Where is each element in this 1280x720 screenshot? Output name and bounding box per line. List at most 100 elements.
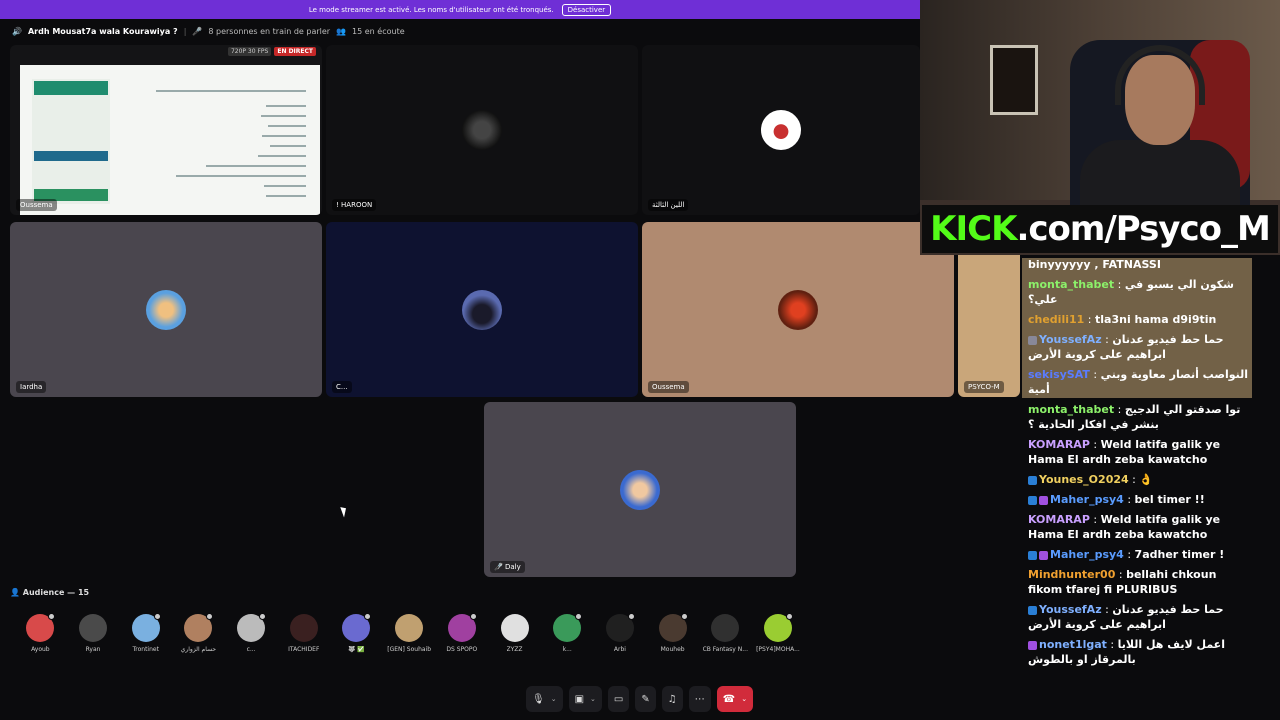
- participant-tile-c[interactable]: C...: [326, 222, 638, 397]
- avatar: [605, 613, 635, 642]
- audience-member[interactable]: حسام الزواري: [172, 613, 225, 653]
- participant-tile-iardha[interactable]: Iardha: [10, 222, 322, 397]
- tile-name: ! HAROON: [332, 199, 377, 211]
- audience-header: 👤 Audience — 15: [10, 588, 90, 597]
- tile-name: اللين الثالثة: [648, 199, 689, 211]
- activity-button[interactable]: ✎: [635, 686, 656, 712]
- chevron-down-icon[interactable]: ⌄: [551, 695, 557, 703]
- tile-name: 🎤̸ Daly: [490, 561, 525, 573]
- status-dot-icon: [785, 613, 793, 620]
- shared-sidebar: [32, 79, 110, 204]
- avatar: [620, 469, 660, 510]
- chat-username[interactable]: YoussefAz: [1039, 603, 1102, 616]
- avatar: [184, 613, 214, 642]
- chevron-down-icon[interactable]: ⌄: [590, 695, 596, 703]
- mic-status-icon: 🎤: [192, 26, 203, 36]
- camera-off-icon: ▣: [574, 693, 585, 705]
- audience-list: Ayoub Ryan Trontinet حسام الزواري c... ITACHI…: [14, 613, 805, 653]
- participant-tile-oussema[interactable]: Oussema: [642, 222, 954, 397]
- avatar: [761, 110, 801, 150]
- shared-screen: [20, 65, 320, 215]
- chat-message: chedili11 : tla3ni hama d9i9tin: [1028, 313, 1217, 326]
- audience-member[interactable]: ITACHIDEF: [277, 614, 330, 653]
- audience-member[interactable]: CB Fantasy N...: [699, 614, 752, 653]
- avatar: [146, 289, 186, 330]
- tile-name: C...: [332, 381, 352, 393]
- camera-button[interactable]: ▣ ⌄: [568, 686, 602, 712]
- chat-username[interactable]: monta_thabet: [1028, 278, 1114, 291]
- participant-tile-daly[interactable]: 🎤̸ Daly: [484, 402, 796, 577]
- audience-member[interactable]: 🐺 ✅: [330, 613, 383, 653]
- kick-url: .com/Psyco_M: [1016, 209, 1270, 249]
- audience-member[interactable]: Ryan: [67, 614, 120, 653]
- audience-member[interactable]: Ayoub: [14, 613, 67, 653]
- avatar: [763, 613, 793, 642]
- chat-text: 7adher timer !: [1134, 548, 1225, 561]
- status-dot-icon: [680, 613, 688, 620]
- chat-badge-icon: [1028, 335, 1037, 345]
- avatar: [79, 614, 108, 642]
- mic-button[interactable]: 🎙 ⌄: [526, 686, 563, 712]
- avatar: [500, 614, 529, 642]
- audience-name: Trontinet: [132, 646, 159, 653]
- effects-icon: ♫: [667, 693, 677, 705]
- audience-member[interactable]: Mouheb: [646, 613, 699, 653]
- audience-member[interactable]: c...: [225, 613, 278, 653]
- chat-username[interactable]: Maher_psy4: [1050, 548, 1124, 561]
- chat-badge-icon: [1028, 495, 1037, 505]
- audience-member[interactable]: DS SPOPO: [436, 613, 489, 653]
- participant-tile-haroon[interactable]: ! HAROON: [326, 45, 638, 215]
- chat-message: monta_thabet : توا صدقتو الي الدجيج بنشر…: [1028, 403, 1241, 431]
- chat-badge-icon: [1028, 475, 1037, 485]
- audience-member[interactable]: k...: [541, 613, 594, 653]
- tile-name: Oussema: [16, 199, 57, 211]
- audience-member[interactable]: [GEN] Souhaib: [383, 614, 436, 653]
- status-dot-icon: [259, 613, 267, 620]
- audience-member[interactable]: Arbi: [594, 613, 647, 653]
- resolution-badge: 720P 30 FPS: [227, 47, 272, 56]
- screen-share-button[interactable]: ▭: [607, 686, 630, 712]
- kick-brand: KICK: [930, 209, 1017, 249]
- chat-message: KOMARAP : Weld latifa galik ye Hama El a…: [1028, 438, 1221, 466]
- chat-username[interactable]: Younes_O2024: [1039, 473, 1129, 486]
- audience-name: ZYZZ: [506, 646, 523, 653]
- effects-button[interactable]: ♫: [661, 686, 683, 712]
- avatar: [289, 614, 318, 642]
- chat-text: bel timer !!: [1134, 493, 1205, 506]
- disable-streamer-button[interactable]: Désactiver: [561, 3, 612, 16]
- avatar: [462, 110, 502, 150]
- audience-name: حسام الزواري: [180, 646, 217, 653]
- stream-badges: 720P 30 FPS EN DIRECT: [227, 47, 316, 56]
- chat-text: binyyyyyy , FATNASSI: [1028, 258, 1161, 271]
- chat-username[interactable]: Mindhunter00: [1028, 568, 1115, 581]
- chat-username[interactable]: sekisySAT: [1028, 368, 1090, 381]
- chat-badge-icon: [1028, 605, 1037, 615]
- status-dot-icon: [364, 613, 372, 620]
- listener-icon: 👥: [336, 26, 347, 36]
- avatar: [447, 613, 477, 642]
- audience-name: Ryan: [85, 646, 101, 653]
- chat-username[interactable]: Maher_psy4: [1050, 493, 1124, 506]
- screen-share-tile[interactable]: 720P 30 FPS EN DIRECT Oussema: [10, 45, 322, 215]
- audience-name: 🐺 ✅: [348, 646, 365, 653]
- screen-share-icon: ▭: [613, 693, 624, 705]
- speaking-count: 8 personnes en train de parler: [208, 26, 331, 36]
- chat-username[interactable]: YoussefAz: [1039, 333, 1102, 346]
- participant-tile-arabic[interactable]: اللين الثالثة: [642, 45, 920, 215]
- app-root: Le mode streamer est activé. Les noms d'…: [0, 0, 1280, 720]
- chat-message: Maher_psy4 : 7adher timer !: [1022, 545, 1254, 565]
- more-button[interactable]: ⋯: [688, 686, 711, 712]
- chat-username[interactable]: nonet1lgat: [1039, 638, 1107, 651]
- chat-username[interactable]: monta_thabet: [1028, 403, 1114, 416]
- chevron-down-icon[interactable]: ⌄: [741, 695, 747, 703]
- audience-member[interactable]: [PSY4]MOHA...: [752, 613, 805, 653]
- chat-username[interactable]: chedili11: [1028, 313, 1084, 326]
- audience-name: k...: [562, 646, 572, 653]
- audience-member[interactable]: ZYZZ: [488, 614, 541, 653]
- audience-name: DS SPOPO: [446, 646, 478, 653]
- chat-username[interactable]: KOMARAP: [1028, 438, 1090, 451]
- status-dot-icon: [206, 613, 214, 620]
- audience-member[interactable]: Trontinet: [119, 613, 172, 653]
- leave-call-button[interactable]: ☎ ⌄: [716, 686, 754, 712]
- chat-username[interactable]: KOMARAP: [1028, 513, 1090, 526]
